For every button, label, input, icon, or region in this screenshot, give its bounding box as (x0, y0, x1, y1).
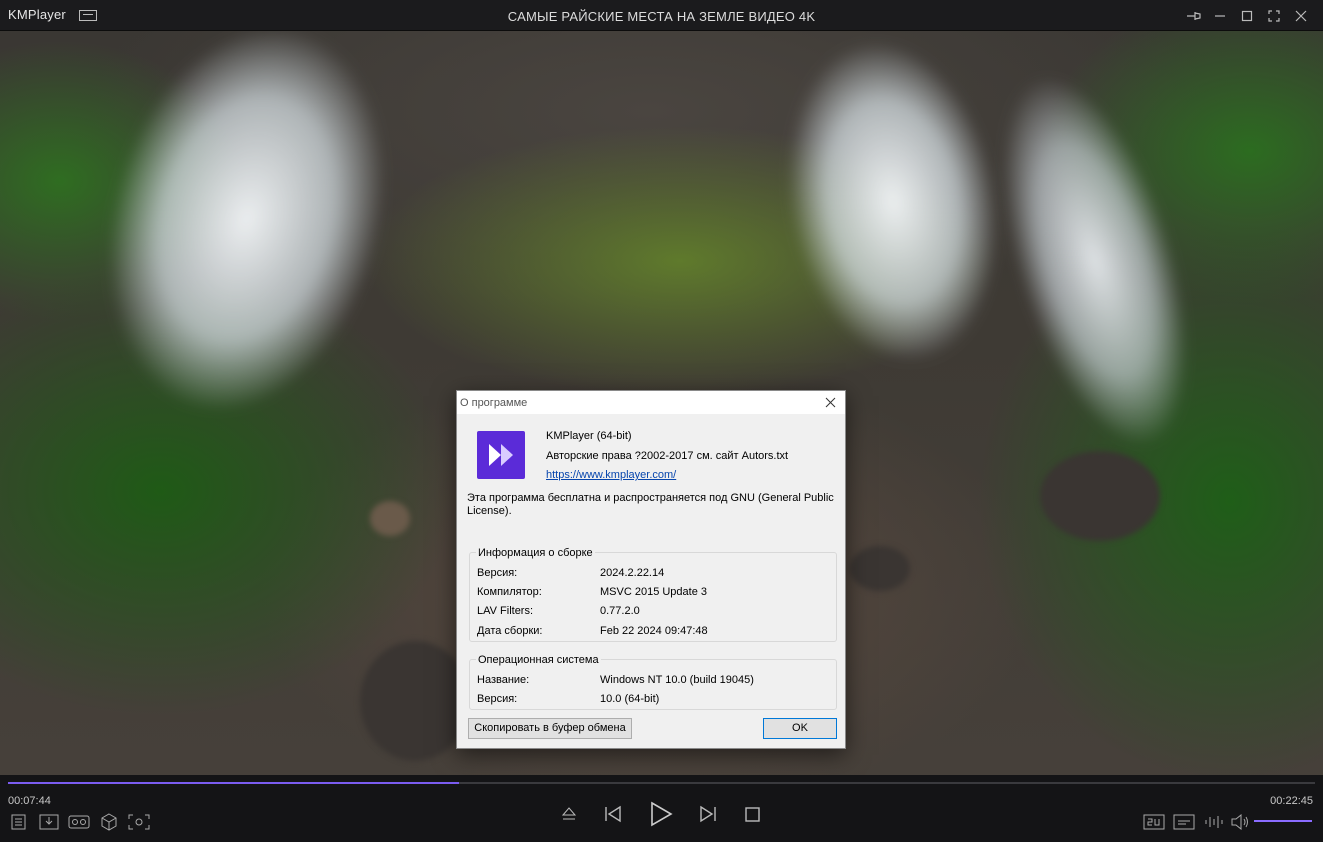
info-row: Версия: 10.0 (64-bit) (477, 693, 827, 707)
about-dialog: О программе KMPlayer (64-bit) Авторские … (456, 390, 846, 749)
build-info-title: Информация о сборке (476, 547, 595, 559)
window-title: САМЫЕ РАЙСКИЕ МЕСТА НА ЗЕМЛЕ ВИДЕО 4K (507, 9, 816, 24)
info-value: MSVC 2015 Update 3 (600, 586, 708, 598)
info-value: Feb 22 2024 09:47:48 (600, 625, 708, 637)
play-icon[interactable] (648, 801, 674, 827)
close-icon (825, 397, 836, 408)
seek-bar[interactable] (8, 782, 1315, 784)
product-name: KMPlayer (64-bit) (546, 430, 632, 442)
info-row: Версия: 2024.2.22.14 (477, 567, 827, 581)
audio-track-icon[interactable] (1143, 814, 1165, 830)
license-text: Эта программа бесплатна и распространяет… (467, 492, 834, 517)
subtitles-icon[interactable] (1173, 814, 1195, 830)
screen-capture-icon[interactable] (128, 814, 150, 830)
pin-button[interactable] (1180, 6, 1207, 26)
build-info-group: Информация о сборке Версия: 2024.2.22.14… (469, 547, 837, 642)
equalizer-icon[interactable] (1204, 814, 1224, 830)
info-label: Название: (477, 674, 530, 686)
os-info-group: Операционная система Название: Windows N… (469, 654, 837, 710)
fullscreen-button[interactable] (1261, 6, 1288, 26)
volume-icon[interactable] (1230, 814, 1250, 830)
volume-slider[interactable] (1254, 820, 1312, 822)
copyright-text: Авторские права ?2002-2017 см. сайт Auto… (546, 450, 789, 462)
waterfall-left (36, 31, 444, 501)
vr-icon[interactable] (68, 814, 90, 830)
stop-icon[interactable] (744, 806, 762, 824)
website-link[interactable]: https://www.kmplayer.com/ (546, 469, 676, 481)
minimize-button[interactable] (1207, 6, 1234, 26)
info-label: Дата сборки: (477, 625, 543, 637)
rock (850, 546, 910, 591)
kmplayer-logo-icon (477, 431, 525, 479)
rock (1040, 451, 1160, 541)
download-icon[interactable] (39, 814, 59, 830)
info-row: LAV Filters: 0.77.2.0 (477, 605, 827, 619)
window-controls (1180, 6, 1315, 26)
next-icon[interactable] (698, 805, 718, 823)
eject-icon[interactable] (560, 805, 578, 823)
info-value: 0.77.2.0 (600, 605, 640, 617)
info-label: Версия: (477, 693, 518, 705)
dialog-title-bar: О программе (457, 391, 845, 414)
maximize-button[interactable] (1234, 6, 1261, 26)
close-button[interactable] (1288, 6, 1315, 26)
copy-to-clipboard-button[interactable]: Скопировать в буфер обмена (468, 718, 632, 739)
info-label: LAV Filters: (477, 605, 534, 617)
seek-progress (8, 782, 459, 784)
dialog-title: О программе (460, 397, 528, 409)
close-icon (1295, 10, 1307, 22)
rock (370, 501, 410, 536)
info-row: Название: Windows NT 10.0 (build 19045) (477, 674, 827, 688)
previous-icon[interactable] (603, 805, 623, 823)
maximize-icon (1241, 10, 1253, 22)
info-label: Версия: (477, 567, 518, 579)
fullscreen-icon (1268, 10, 1280, 22)
total-time: 00:22:45 (1270, 795, 1313, 807)
pin-icon (1187, 12, 1201, 20)
volume-level (1254, 820, 1312, 822)
info-value: Windows NT 10.0 (build 19045) (600, 674, 754, 686)
rock (360, 641, 470, 761)
info-label: Компилятор: (477, 586, 542, 598)
title-bar: KMPlayer САМЫЕ РАЙСКИЕ МЕСТА НА ЗЕМЛЕ ВИ… (0, 0, 1323, 31)
elapsed-time: 00:07:44 (8, 795, 51, 807)
playlist-icon[interactable] (10, 814, 28, 830)
info-value: 2024.2.22.14 (600, 567, 665, 579)
minimize-icon (1215, 15, 1225, 17)
ok-button[interactable]: OK (763, 718, 837, 739)
info-row: Компилятор: MSVC 2015 Update 3 (477, 586, 827, 600)
3d-cube-icon[interactable] (100, 813, 118, 831)
control-bar: 00:07:44 00:22:45 (0, 775, 1323, 842)
info-row: Дата сборки: Feb 22 2024 09:47:48 (477, 625, 827, 639)
info-value: 10.0 (64-bit) (600, 693, 660, 705)
dialog-close-button[interactable] (824, 396, 837, 409)
os-info-title: Операционная система (476, 654, 601, 666)
